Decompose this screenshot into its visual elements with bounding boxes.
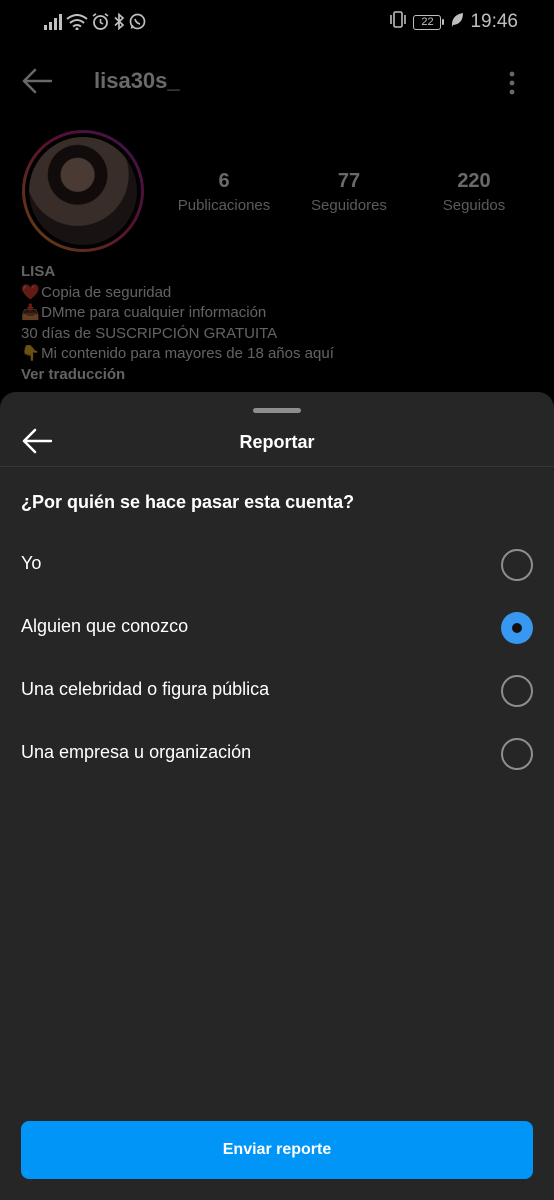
- option-label: Una empresa u organización: [21, 742, 252, 762]
- radio-button[interactable]: [501, 675, 533, 707]
- option-celebrity[interactable]: Una celebridad o figura pública: [0, 661, 554, 721]
- sheet-header: Reportar: [0, 420, 554, 466]
- radio-button-selected[interactable]: [501, 612, 533, 644]
- screen: 22 19:46 lisa30s_ 6 Publicaciones 77 Seg…: [0, 0, 554, 1200]
- sheet-grabber[interactable]: [253, 408, 301, 413]
- option-label: Yo: [21, 553, 42, 573]
- sheet-title: Reportar: [239, 432, 315, 452]
- radio-button[interactable]: [501, 738, 533, 770]
- report-sheet: Reportar ¿Por quién se hace pasar esta c…: [0, 392, 554, 1200]
- option-someone-i-know[interactable]: Alguien que conozco: [0, 598, 554, 658]
- submit-report-button[interactable]: Enviar reporte: [21, 1121, 533, 1179]
- option-yo[interactable]: Yo: [0, 535, 554, 595]
- radio-button[interactable]: [501, 549, 533, 581]
- divider: [0, 466, 554, 467]
- question-heading: ¿Por quién se hace pasar esta cuenta?: [21, 492, 355, 512]
- option-business[interactable]: Una empresa u organización: [0, 724, 554, 784]
- option-label: Alguien que conozco: [21, 616, 189, 636]
- option-label: Una celebridad o figura pública: [21, 679, 270, 699]
